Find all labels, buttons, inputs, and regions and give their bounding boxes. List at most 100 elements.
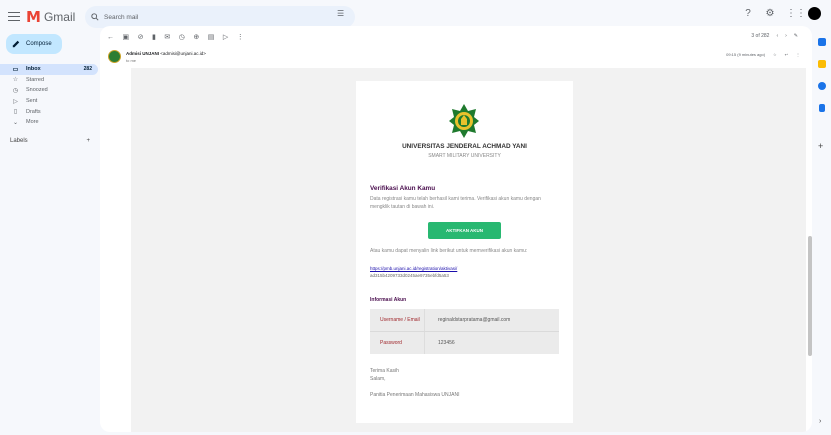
message-panel: ← ▣ ⊘ ▮ ✉ ◷ ⊕ ▤ ▷ ⋮ 3 of 282 ‹ › ✎ Admis…: [100, 26, 812, 432]
archive-icon[interactable]: ▣: [123, 33, 130, 41]
sidebar-item-label: Sent: [26, 98, 38, 105]
sender-display-name: Admisi UNJANI: [126, 51, 160, 56]
send-icon: ▷: [13, 98, 18, 105]
table-row: Username / Email reginaldstarpratama@gma…: [370, 309, 559, 331]
account-info-table: Username / Email reginaldstarpratama@gma…: [370, 309, 559, 354]
message-meta: 09:15 (9 minutes ago) ☆ ↩ ⋮: [726, 52, 800, 57]
sidebar-item-label: Snoozed: [26, 87, 48, 94]
sender-avatar[interactable]: [108, 50, 121, 63]
sender-name[interactable]: Admisi UNJANI <admisi@unjani.ac.id>: [126, 51, 206, 56]
column-divider: [424, 332, 425, 354]
activate-account-button[interactable]: AKTIFKAN AKUN: [428, 222, 501, 239]
username-label: Username / Email: [380, 317, 420, 323]
star-icon[interactable]: ☆: [773, 52, 777, 57]
column-divider: [424, 309, 425, 331]
sender-email: <admisi@unjani.ac.id>: [160, 51, 206, 56]
message-toolbar: ← ▣ ⊘ ▮ ✉ ◷ ⊕ ▤ ▷ ⋮: [107, 33, 244, 42]
unread-count: 282: [83, 66, 92, 73]
account-info-title: Informasi Akun: [370, 297, 407, 303]
signature: Panitia Penerimaan Mahasiswa UNJANI: [370, 392, 460, 398]
sidebar-item-label: More: [26, 119, 39, 126]
show-side-panel-icon[interactable]: ›: [819, 418, 821, 425]
search-options-icon[interactable]: ☰: [337, 9, 344, 18]
contacts-icon[interactable]: [819, 104, 825, 112]
tasks-icon[interactable]: [818, 82, 826, 90]
move-to-icon[interactable]: ▤: [208, 33, 215, 41]
mark-unread-icon[interactable]: ✉: [164, 33, 170, 41]
closing-thanks: Terima Kasih: [370, 368, 399, 374]
sidebar: Compose ▭ Inbox 282 ☆ Starred ◷ Snoozed …: [0, 34, 100, 435]
search-bar[interactable]: Search mail: [85, 6, 355, 28]
more-options-icon[interactable]: ⋮: [796, 52, 800, 57]
sidebar-item-label: Starred: [26, 76, 45, 83]
university-name: UNIVERSITAS JENDERAL ACHMAD YANI: [402, 143, 527, 150]
university-tagline: SMART MILITARY UNIVERSITY: [428, 153, 501, 159]
sidebar-item-sent[interactable]: ▷ Sent: [0, 96, 98, 107]
snooze-icon[interactable]: ◷: [179, 33, 185, 41]
closing-greeting: Salam,: [370, 376, 386, 382]
draft-icon: ▯: [13, 109, 18, 116]
account-avatar[interactable]: [808, 7, 821, 20]
pager: 3 of 282 ‹ › ✎: [751, 33, 798, 39]
calendar-icon[interactable]: [818, 38, 826, 46]
verification-link[interactable]: https://pmb.unjani.ac.id/registration/ak…: [370, 265, 560, 273]
email-card: UNIVERSITAS JENDERAL ACHMAD YANI SMART M…: [356, 81, 573, 423]
settings-icon[interactable]: ⚙: [764, 8, 776, 20]
add-task-icon[interactable]: ⊕: [193, 33, 199, 41]
sidebar-item-drafts[interactable]: ▯ Drafts: [0, 106, 98, 117]
report-spam-icon[interactable]: ⊘: [138, 33, 144, 41]
closing-text: Terima Kasih Salam,: [370, 367, 399, 383]
main-menu-icon[interactable]: [8, 12, 20, 21]
sidebar-item-more[interactable]: ⌄ More: [0, 117, 98, 128]
verification-token: ad315b4209733d0245ae9735ebfd5a53: [370, 273, 449, 278]
sidebar-item-label: Inbox: [26, 66, 41, 73]
label-icon[interactable]: ▷: [223, 33, 228, 41]
recipient[interactable]: to me: [126, 58, 136, 63]
app-name: Gmail: [43, 10, 76, 24]
password-value: 123456: [438, 340, 455, 346]
compose-button[interactable]: Compose: [6, 34, 62, 54]
side-panel: + ›: [813, 34, 831, 435]
back-arrow-icon[interactable]: ←: [107, 34, 114, 41]
search-input[interactable]: Search mail: [104, 14, 138, 21]
pager-text: 3 of 282: [751, 33, 770, 39]
prev-icon[interactable]: ‹: [776, 33, 778, 39]
password-label: Password: [380, 340, 402, 346]
sender-row: Admisi UNJANI <admisi@unjani.ac.id> to m…: [108, 50, 808, 66]
keep-icon[interactable]: [818, 60, 826, 68]
labels-section: Labels +: [10, 138, 90, 144]
add-label-icon[interactable]: +: [86, 138, 90, 144]
nav-list: ▭ Inbox 282 ☆ Starred ◷ Snoozed ▷ Sent ▯…: [0, 64, 98, 128]
chevron-down-icon: ⌄: [12, 119, 19, 126]
help-icon[interactable]: ?: [742, 8, 754, 20]
university-emblem-icon: [449, 104, 479, 138]
reply-icon[interactable]: ↩: [785, 52, 788, 57]
email-body-background: UNIVERSITAS JENDERAL ACHMAD YANI SMART M…: [131, 68, 806, 432]
sidebar-item-inbox[interactable]: ▭ Inbox 282: [0, 64, 98, 75]
message-date: 09:15 (9 minutes ago): [726, 52, 766, 57]
gmail-logo[interactable]: M Gmail: [26, 8, 75, 26]
inbox-icon: ▭: [12, 66, 19, 73]
get-addons-icon[interactable]: +: [818, 141, 823, 151]
delete-icon[interactable]: ▮: [152, 33, 156, 41]
verify-body: Data registrasi kamu telah berhasil kami…: [370, 196, 541, 210]
verify-title: Verifikasi Akun Kamu: [370, 185, 436, 192]
compose-label: Compose: [26, 41, 52, 47]
labels-heading: Labels: [10, 138, 28, 144]
clock-icon: ◷: [12, 87, 19, 94]
table-row: Password 123456: [370, 331, 559, 354]
search-icon[interactable]: [91, 13, 99, 21]
next-icon[interactable]: ›: [785, 33, 787, 39]
more-options-icon[interactable]: ⋮: [237, 33, 244, 41]
scrollbar-thumb[interactable]: [808, 236, 812, 356]
username-value: reginaldstarpratama@gmail.com: [438, 317, 511, 323]
sidebar-item-starred[interactable]: ☆ Starred: [0, 75, 98, 86]
alt-instructions: Atau kamu dapat menyalin link berikut un…: [370, 248, 528, 254]
apps-grid-icon[interactable]: ⋮⋮: [786, 8, 806, 20]
input-tools-icon[interactable]: ✎: [794, 33, 798, 39]
gmail-m-icon: M: [26, 8, 41, 26]
sidebar-item-label: Drafts: [26, 108, 41, 115]
sidebar-item-snoozed[interactable]: ◷ Snoozed: [0, 85, 98, 96]
star-icon: ☆: [12, 77, 19, 84]
pencil-icon: [12, 40, 20, 48]
